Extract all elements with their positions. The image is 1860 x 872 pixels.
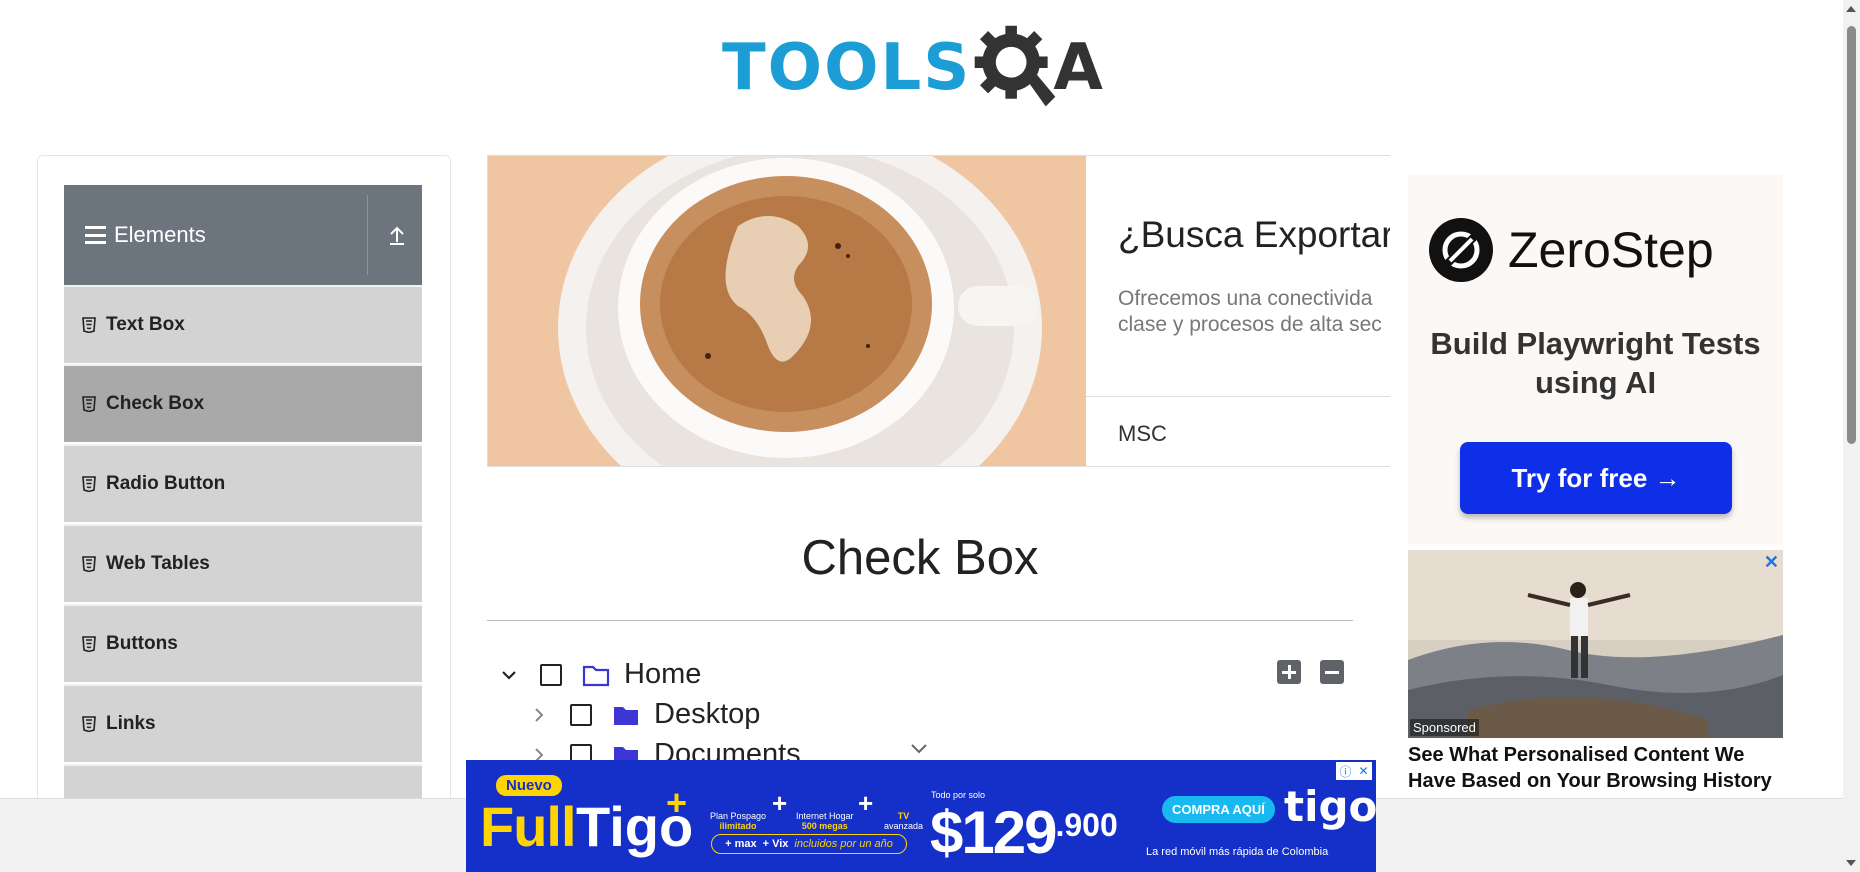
group-title: Elements	[114, 222, 206, 247]
title-divider	[487, 620, 1353, 621]
zerostep-headline: Build Playwright Tests using AI	[1430, 326, 1761, 400]
sidebar-item-links[interactable]: Links	[64, 684, 422, 762]
elements-group-header[interactable]: Elements	[64, 185, 422, 285]
compra-aqui-button[interactable]: COMPRA AQUÍ	[1162, 796, 1275, 823]
sidebar-item-buttons[interactable]: Buttons	[64, 604, 422, 682]
sidebar-item-web-tables[interactable]: Web Tables	[64, 524, 422, 602]
plus-sign: +	[772, 788, 788, 818]
ad-brand-plus: +	[666, 782, 688, 823]
html5-icon	[82, 556, 96, 572]
chevron-down-icon[interactable]	[908, 742, 930, 756]
gear-magnifier-icon	[975, 25, 1056, 107]
zerostep-logo-icon	[1429, 218, 1493, 282]
html5-icon	[82, 317, 96, 333]
folder-icon	[614, 706, 638, 725]
ad-choices-close[interactable]: ⓘ ✕	[1336, 762, 1372, 780]
vertical-scrollbar[interactable]	[1843, 0, 1860, 872]
feature-phone: Plan Pospago ilimitado	[710, 811, 767, 831]
sidebar-item-radio-button[interactable]: Radio Button	[64, 444, 422, 522]
ad-headline: ¿Busca Exportar	[1118, 214, 1394, 255]
chevron-down-icon[interactable]	[498, 664, 520, 686]
info-icon: ⓘ	[1339, 764, 1352, 779]
logo-text-a: A	[1053, 31, 1103, 105]
ad-brand-full: Full	[480, 795, 577, 858]
header-divider	[367, 195, 368, 275]
page: TOOLS A Elements Text Box Check Box Radi…	[0, 0, 1860, 872]
sidebar-item-label: Buttons	[106, 633, 178, 654]
sponsored-text[interactable]: See What Personalised Content We Have Ba…	[1408, 743, 1788, 794]
ad-badge: Nuevo	[496, 775, 562, 796]
try-for-free-button[interactable]: Try for free →	[1460, 442, 1732, 514]
tree-node-desktop: Desktop	[528, 698, 760, 731]
scroll-up-icon[interactable]	[1846, 6, 1856, 12]
close-icon[interactable]: ✕	[1764, 552, 1779, 573]
ad-price: $129.900	[930, 799, 1118, 866]
collapse-all-button[interactable]	[1320, 660, 1344, 684]
zerostep-logo: ZeroStep	[1428, 217, 1714, 283]
ad-pill: + max + Vix incluidos por un año	[711, 834, 907, 854]
expand-all-button[interactable]	[1277, 660, 1301, 684]
sidebar-item-label: Web Tables	[106, 553, 210, 574]
menu-icon	[85, 226, 106, 244]
zerostep-name: ZeroStep	[1508, 222, 1714, 278]
plus-sign: +	[858, 788, 874, 818]
tree-node-label[interactable]: Home	[624, 658, 701, 691]
tigo-logo: tigo	[1284, 782, 1376, 831]
ad-brand: MSC	[1118, 421, 1167, 446]
sidebar-item-text-box[interactable]: Text Box	[64, 285, 422, 363]
close-icon: ✕	[1358, 764, 1369, 778]
html5-icon	[82, 396, 96, 412]
sidebar-item-label: Check Box	[106, 393, 205, 414]
chevron-right-icon[interactable]	[528, 704, 550, 726]
feature-internet: Internet Hogar 500 megas	[796, 811, 854, 831]
tree-node-home: Home	[498, 658, 701, 691]
folder-open-icon	[582, 665, 610, 686]
sidebar-item-label: Radio Button	[106, 473, 226, 494]
sponsored-image[interactable]: Sponsored ✕	[1408, 550, 1783, 738]
sidebar-item-label: Links	[106, 713, 156, 734]
page-title: Check Box	[801, 531, 1039, 585]
ad-tagline: La red móvil más rápida de Colombia	[1146, 846, 1329, 858]
sidebar-item-label: Text Box	[106, 314, 185, 335]
logo-text: TOOLS	[722, 31, 972, 105]
ad-body: Ofrecemos una conectivida clase y proces…	[1118, 287, 1382, 337]
checkbox[interactable]	[570, 703, 592, 726]
checkbox[interactable]	[540, 663, 562, 686]
html5-icon	[82, 716, 96, 732]
html5-icon	[82, 476, 96, 492]
coffee-cup-image	[488, 156, 1086, 466]
site-logo[interactable]: TOOLS A	[722, 18, 1103, 118]
right-ad: ZeroStep Build Playwright Tests using AI…	[1390, 155, 1805, 795]
html5-icon	[82, 636, 96, 652]
zerostep-ad[interactable]: ZeroStep Build Playwright Tests using AI…	[1408, 175, 1783, 545]
scroll-down-icon[interactable]	[1846, 860, 1856, 866]
tree-node-label[interactable]: Desktop	[654, 698, 760, 731]
collapse-up-icon[interactable]	[382, 220, 412, 250]
ad-divider	[1086, 396, 1396, 397]
sponsored-badge: Sponsored	[1410, 719, 1479, 736]
feature-tv: TV avanzada	[884, 811, 924, 831]
scroll-thumb[interactable]	[1847, 26, 1856, 444]
tigo-ad-banner[interactable]: Nuevo Full Tigo + Plan Pospago ilimitado …	[466, 760, 1376, 872]
top-ad-banner[interactable]: ¿Busca Exportar Ofrecemos una conectivid…	[487, 155, 1397, 467]
sidebar-item-check-box[interactable]: Check Box	[64, 364, 422, 442]
